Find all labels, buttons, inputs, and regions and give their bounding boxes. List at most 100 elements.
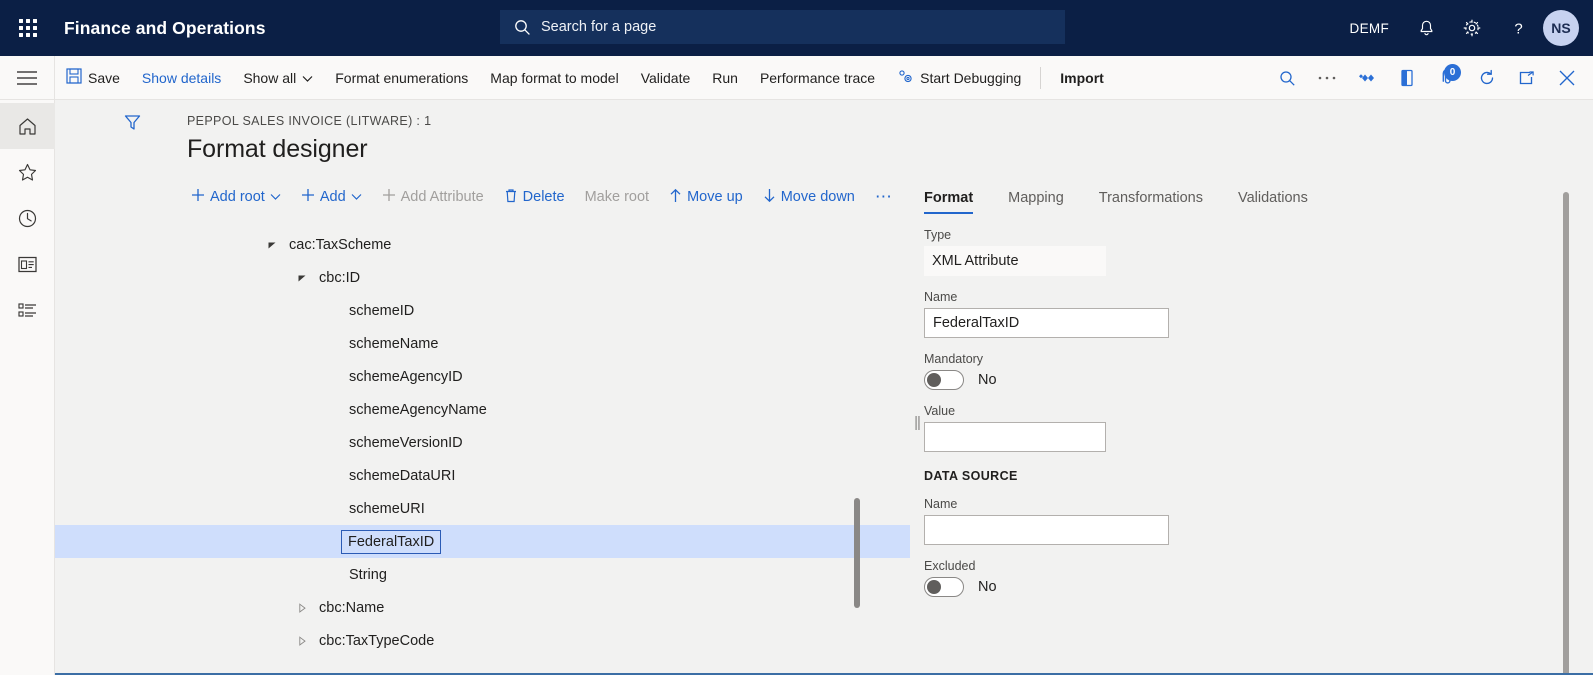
tree-node-selected[interactable]: FederalTaxID [55,525,910,558]
tab-validations[interactable]: Validations [1238,190,1325,214]
twisty-collapsed-icon[interactable] [293,635,311,646]
properties-scrollbar[interactable] [1563,192,1569,675]
tree-node[interactable]: schemeAgencyID [55,360,910,393]
show-all-button[interactable]: Show all [232,56,324,100]
performance-trace-button[interactable]: Performance trace [749,56,886,100]
show-all-label: Show all [243,69,297,86]
brand-title: Finance and Operations [64,17,266,38]
move-down-label: Move down [780,189,855,205]
filter-funnel-icon[interactable] [117,108,147,136]
validate-button[interactable]: Validate [630,56,702,100]
add-label: Add [319,189,346,205]
tree-node-label: schemeAgencyName [349,401,487,418]
mandatory-value: No [978,372,997,388]
excluded-label: Excluded [924,559,976,573]
tree-node[interactable]: cbc:Name [55,591,910,624]
twisty-expanded-icon[interactable] [293,273,311,283]
tree-node-label: cbc:TaxTypeCode [319,632,435,649]
twisty-expanded-icon[interactable] [263,240,281,250]
office-diamond-icon[interactable] [1347,56,1387,100]
import-button[interactable]: Import [1049,56,1115,100]
paperclip-icon[interactable]: 0 [1427,56,1467,100]
twisty-collapsed-icon[interactable] [293,602,311,613]
tree-overflow-button[interactable]: ⋯ [865,181,902,213]
mandatory-toggle[interactable] [924,370,964,390]
datasource-name-input[interactable] [924,515,1169,545]
start-debugging-button[interactable]: Start Debugging [886,56,1032,100]
sidebar-item-home[interactable] [0,103,55,149]
tree-node[interactable]: schemeAgencyName [55,393,910,426]
add-button[interactable]: Add [291,181,372,213]
tab-mapping[interactable]: Mapping [1008,190,1081,214]
type-value: XML Attribute [924,246,1106,276]
app-launcher-icon[interactable] [0,0,56,56]
tree-node-label: schemeVersionID [349,434,463,451]
top-nav-right-group: DEMF ? NS [1334,0,1593,56]
content-area: PEPPOL SALES INVOICE (LITWARE) : 1 Forma… [55,100,1593,675]
save-disk-icon [66,68,82,87]
make-root-button: Make root [584,189,650,205]
tree-node[interactable]: cbc:TaxTypeCode [55,624,910,657]
start-debugging-label: Start Debugging [920,69,1022,86]
tab-format[interactable]: Format [924,190,990,214]
tree-node[interactable]: String [55,558,910,591]
datasource-name-label: Name [924,497,958,511]
tree-node[interactable]: cac:TaxScheme [55,228,910,261]
close-x-icon[interactable] [1547,56,1587,100]
hamburger-menu-icon[interactable] [0,55,55,100]
tree-node-label: FederalTaxID [341,529,442,554]
run-button[interactable]: Run [701,56,749,100]
ellipsis-icon[interactable] [1307,56,1347,100]
tree-node[interactable]: cbc:ID [55,261,910,294]
tree-scrollbar[interactable] [854,498,860,608]
tree-node[interactable]: schemeName [55,327,910,360]
value-input[interactable] [924,422,1106,452]
sidebar-item-favorites[interactable] [0,149,55,195]
question-mark-icon[interactable]: ? [1497,7,1539,49]
open-in-new-window-icon[interactable] [1507,56,1547,100]
global-search-input[interactable]: Search for a page [500,10,1065,44]
gears-icon [897,68,914,87]
type-field: Type XML Attribute [924,228,1513,276]
name-input[interactable]: FederalTaxID [924,308,1169,338]
move-up-button[interactable]: Move up [659,181,753,213]
filter-row [55,100,1593,144]
command-separator [1040,66,1042,89]
save-button[interactable]: Save [55,56,131,100]
search-icon[interactable] [1267,56,1307,100]
add-attribute-label: Add Attribute [400,189,484,205]
refresh-icon[interactable] [1467,56,1507,100]
tree-node[interactable]: schemeID [55,294,910,327]
trash-can-icon [504,188,518,207]
svg-text:?: ? [1514,20,1522,37]
tree-node[interactable]: schemeVersionID [55,426,910,459]
excluded-field: Excluded No [924,559,1513,597]
global-search-placeholder: Search for a page [541,19,657,35]
sidebar-item-recent[interactable] [0,195,55,241]
tree-node-label: cbc:ID [319,269,361,286]
office-document-icon[interactable] [1387,56,1427,100]
bell-icon[interactable] [1405,7,1447,49]
format-tree[interactable]: cac:TaxScheme cbc:ID schemeID schemeName sch… [55,228,910,675]
save-label: Save [88,69,120,86]
panes-container: Add root Add Add Attribute Delete Make r… [55,180,1593,675]
sidebar-item-modules[interactable] [0,287,55,333]
tree-node-label: schemeAgencyID [349,368,463,385]
add-root-button[interactable]: Add root [189,181,291,213]
delete-button[interactable]: Delete [494,181,575,213]
pane-splitter[interactable]: || [910,180,924,675]
tree-node[interactable]: schemeURI [55,492,910,525]
company-selector[interactable]: DEMF [1338,21,1401,36]
sidebar-item-workspaces[interactable] [0,241,55,287]
arrow-down-icon [763,188,776,207]
gear-icon[interactable] [1451,7,1493,49]
format-enumerations-button[interactable]: Format enumerations [324,56,479,100]
tab-transformations[interactable]: Transformations [1099,190,1220,214]
chevron-down-icon [302,70,313,86]
map-format-to-model-button[interactable]: Map format to model [479,56,629,100]
tree-node[interactable]: schemeDataURI [55,459,910,492]
excluded-toggle[interactable] [924,577,964,597]
avatar[interactable]: NS [1543,10,1579,46]
move-down-button[interactable]: Move down [753,181,865,213]
show-details-button[interactable]: Show details [131,56,232,100]
